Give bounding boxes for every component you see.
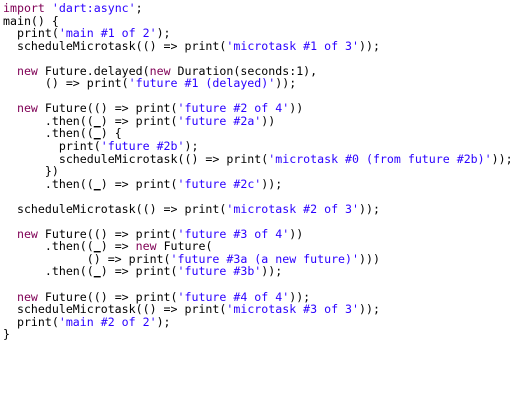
string-literal-token: 'microtask #0 (from future #2b)' — [268, 151, 492, 166]
code-token: ))) — [359, 251, 380, 266]
string-literal-token: 'future #2c' — [177, 176, 262, 191]
code-line[interactable]: .then((_) => print('future #2c')); — [3, 176, 513, 191]
code-token: ); — [156, 314, 171, 329]
string-literal-token: 'main #2 of 2' — [58, 314, 157, 329]
string-literal-token: 'future #2a' — [177, 113, 262, 128]
code-line[interactable]: } — [3, 328, 513, 341]
code-token: .then(( — [3, 264, 94, 279]
code-line[interactable]: scheduleMicrotask(() => print('microtask… — [3, 201, 513, 216]
string-literal-token: 'future #3b' — [177, 264, 262, 279]
string-literal-token: 'dart:async' — [51, 1, 136, 15]
code-token: )) — [289, 226, 304, 241]
code-line[interactable]: print('main #2 of 2'); — [3, 314, 513, 329]
code-token: )) — [261, 113, 276, 128]
code-token: ) => print( — [100, 264, 178, 279]
code-token: scheduleMicrotask(() => print( — [3, 201, 227, 216]
code-token: .then(( — [3, 176, 94, 191]
string-literal-token: 'microtask #2 of 3' — [226, 201, 359, 216]
code-line[interactable]: .then((_) => print('future #3b')); — [3, 265, 513, 278]
code-token: )); — [491, 151, 513, 166]
code-token: )) — [289, 101, 304, 116]
code-token: )); — [261, 176, 283, 191]
code-token: )); — [359, 38, 380, 53]
code-listing[interactable]: import 'dart:async'; main() { print('main… — [0, 0, 513, 341]
code-token: )); — [275, 76, 297, 91]
code-line[interactable]: scheduleMicrotask(() => print('microtask… — [3, 151, 513, 166]
code-line[interactable]: scheduleMicrotask(() => print('microtask… — [3, 38, 513, 53]
code-token: scheduleMicrotask(() => print( — [3, 38, 227, 53]
code-token: )); — [359, 302, 380, 317]
code-line[interactable]: import 'dart:async'; — [3, 2, 513, 15]
code-token: ) => print( — [100, 176, 178, 191]
code-token: )); — [261, 264, 283, 279]
code-token: () => print( — [3, 76, 129, 91]
code-token: print( — [3, 314, 59, 329]
string-literal-token: 'future #1 (delayed)' — [128, 76, 276, 91]
code-editor[interactable]: import 'dart:async'; main() { print('main… — [0, 0, 513, 405]
code-token: ; — [135, 1, 143, 15]
string-literal-token: 'microtask #1 of 3' — [226, 38, 359, 53]
parameter-token: _ — [93, 264, 101, 279]
code-token: } — [3, 327, 10, 342]
code-token: )); — [359, 201, 380, 216]
code-line[interactable]: () => print('future #1 (delayed)')); — [3, 77, 513, 90]
parameter-token: _ — [93, 176, 101, 191]
string-literal-token: 'microtask #3 of 3' — [226, 302, 359, 317]
